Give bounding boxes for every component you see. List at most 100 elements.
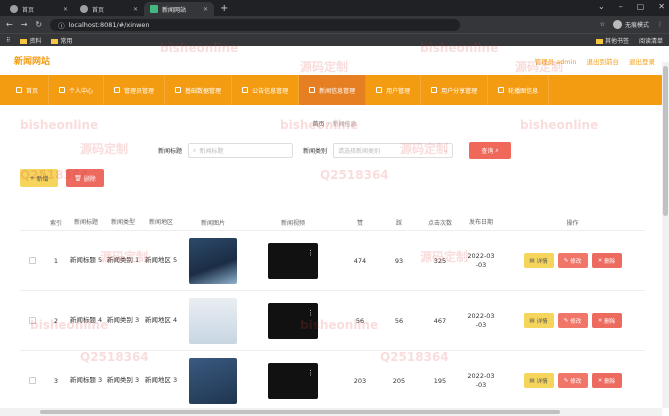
query-button[interactable]: 查询 ⌕	[469, 142, 512, 159]
th-area: 新闻地区	[148, 218, 173, 226]
title-label: 新闻标题	[157, 148, 182, 155]
cell-likes: 474	[353, 256, 367, 265]
news-video[interactable]: ⋮	[268, 242, 318, 279]
close-window-icon[interactable]: ✕	[658, 2, 665, 11]
user-icon	[59, 87, 66, 93]
row-checkbox[interactable]	[28, 317, 36, 324]
plus-icon: +	[29, 174, 37, 182]
delete-button[interactable]: ✕ 删除	[591, 373, 622, 388]
edit-button[interactable]: ✎ 修改	[557, 373, 588, 388]
browser-tab[interactable]: 首页 ✕	[74, 2, 144, 16]
news-video[interactable]: ⋮	[268, 302, 318, 339]
chevron-down-icon: ⌄	[442, 147, 449, 154]
cell-title: 新闻标题 5	[69, 256, 103, 264]
folder-icon	[51, 38, 59, 44]
cell-likes: 56	[355, 316, 365, 325]
breadcrumb-home[interactable]: 首页	[312, 121, 324, 128]
cell-clicks: 325	[433, 256, 447, 265]
site-header: 新闻网站 管理员 admin 退出到前台 退出登录	[0, 46, 669, 75]
bookmark-item[interactable]: 其他书签	[595, 36, 629, 45]
cell-index: 1	[53, 256, 59, 265]
add-button[interactable]: + 新增	[20, 169, 58, 187]
folder-icon	[20, 38, 28, 44]
menu-icon[interactable]: ⋮	[657, 21, 663, 28]
vue-favicon-icon	[150, 5, 158, 13]
detail-button[interactable]: ▤ 详情	[523, 313, 554, 328]
nav-item-admin[interactable]: 管理员管理	[104, 75, 166, 105]
doc-icon: ▤	[529, 317, 535, 324]
nav-item-notice[interactable]: 公告信息管理	[232, 75, 300, 105]
url-input[interactable]: ⓘ localhost:8081/#/xinwen	[50, 18, 461, 31]
info-icon: ⓘ	[58, 21, 65, 30]
cell-dislikes: 93	[394, 256, 404, 265]
logout-link[interactable]: 退出登录	[629, 56, 655, 66]
browser-tab-active[interactable]: 新闻网站 ✕	[144, 2, 214, 16]
trash-icon: ✕	[597, 377, 603, 384]
nav-item-home[interactable]: 首页	[6, 75, 50, 105]
nav-item-profile[interactable]: 个人中心	[49, 75, 105, 105]
row-checkbox[interactable]	[28, 377, 36, 384]
url-text: localhost:8081/#/xinwen	[68, 20, 150, 29]
back-to-front-link[interactable]: 退出到前台	[587, 56, 620, 66]
tab-close-icon[interactable]: ✕	[203, 6, 208, 13]
forward-icon[interactable]: →	[21, 20, 28, 29]
batch-delete-button[interactable]: 🗑 删除	[66, 169, 104, 187]
trash-icon: 🗑	[74, 174, 84, 182]
incognito-badge[interactable]: 无痕模式	[612, 20, 649, 29]
browser-tab[interactable]: 首页 ✕	[4, 2, 74, 16]
back-icon[interactable]: ←	[6, 20, 13, 29]
cell-type: 新闻类别 3	[106, 376, 140, 384]
news-image[interactable]	[189, 237, 237, 284]
admin-user-link[interactable]: 管理员 admin	[535, 56, 577, 66]
incognito-icon	[612, 20, 622, 29]
news-image[interactable]	[189, 297, 237, 344]
nav-item-news[interactable]: 新闻信息管理	[299, 75, 367, 105]
nav-item-share[interactable]: 用户分享管理	[421, 75, 489, 105]
star-icon[interactable]: ☆	[600, 21, 605, 28]
tab-close-icon[interactable]: ✕	[133, 6, 138, 13]
folder-icon	[595, 38, 603, 44]
news-video[interactable]: ⋮	[268, 362, 318, 399]
apps-icon[interactable]: ⠿	[6, 37, 10, 44]
more-icon[interactable]: ⋮	[307, 309, 314, 317]
cell-type: 新闻类别 3	[106, 316, 140, 324]
pencil-icon: ✎	[563, 317, 569, 324]
chevron-down-icon[interactable]: ⌄	[598, 2, 605, 11]
bookmark-item[interactable]: 常用	[51, 36, 72, 45]
delete-button[interactable]: ✕ 删除	[591, 253, 622, 268]
row-checkbox[interactable]	[28, 257, 36, 264]
cell-clicks: 467	[433, 316, 447, 325]
th-type: 新闻类型	[110, 218, 135, 226]
scroll-thumb[interactable]	[40, 410, 560, 414]
th-clicks: 点击次数	[427, 219, 452, 227]
tab-close-icon[interactable]: ✕	[63, 6, 68, 13]
reload-icon[interactable]: ↻	[35, 20, 42, 29]
cell-date: 2022-03 -03	[467, 311, 495, 329]
minimize-icon[interactable]: –	[619, 2, 623, 11]
edit-button[interactable]: ✎ 修改	[557, 313, 588, 328]
detail-button[interactable]: ▤ 详情	[523, 253, 554, 268]
reading-list[interactable]: 阅读清单	[639, 36, 663, 45]
news-icon	[309, 87, 316, 93]
cell-index: 2	[53, 316, 59, 325]
nav-item-carousel[interactable]: 轮播图信息	[488, 75, 550, 105]
maximize-icon[interactable]: ▢	[637, 2, 645, 11]
news-image[interactable]	[189, 357, 237, 404]
bookmark-item[interactable]: 资料	[20, 36, 41, 45]
news-type-select[interactable]: 请选择新闻类别 ⌄	[333, 143, 454, 158]
horizontal-scrollbar[interactable]	[0, 408, 662, 416]
delete-button[interactable]: ✕ 删除	[591, 313, 622, 328]
more-icon[interactable]: ⋮	[307, 249, 314, 257]
nav-item-basic-data[interactable]: 基础数据管理	[165, 75, 233, 105]
table-row: 1 新闻标题 5 新闻类别 1 新闻地区 5 ⋮ 474 93 325 2022…	[20, 230, 645, 290]
new-tab-button[interactable]: +	[214, 2, 234, 16]
nav-item-users[interactable]: 用户管理	[366, 75, 422, 105]
trash-icon: ✕	[597, 317, 603, 324]
scroll-thumb[interactable]	[663, 66, 668, 216]
more-icon[interactable]: ⋮	[307, 369, 314, 377]
vertical-scrollbar[interactable]	[662, 62, 669, 408]
news-title-input[interactable]: ⌕ 新闻标题	[188, 143, 293, 158]
cell-area: 新闻地区 5	[144, 256, 178, 264]
detail-button[interactable]: ▤ 详情	[523, 373, 554, 388]
edit-button[interactable]: ✎ 修改	[557, 253, 588, 268]
